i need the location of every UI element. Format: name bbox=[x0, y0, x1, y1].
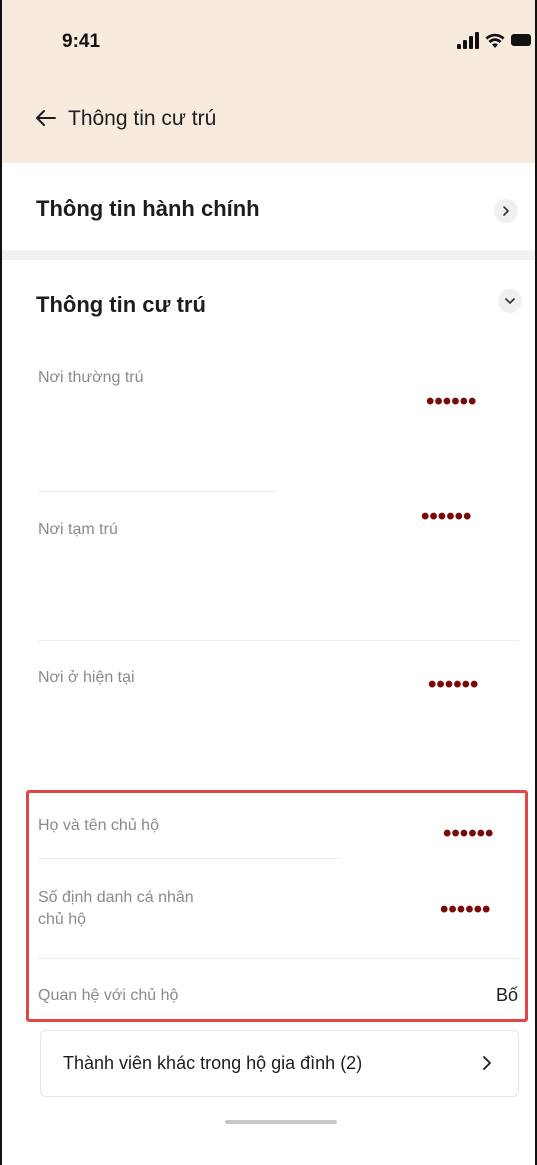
current-residence-value: •••••• bbox=[428, 671, 479, 698]
relation-value: Bố bbox=[496, 985, 519, 1005]
divider bbox=[38, 958, 519, 959]
divider bbox=[38, 640, 519, 641]
status-icons bbox=[457, 32, 531, 50]
household-head-id-label: Số định danh cá nhân chủ hộ bbox=[38, 887, 194, 931]
household-head-name-label: Họ và tên chủ hộ bbox=[38, 817, 159, 834]
signal-icon bbox=[457, 32, 479, 49]
current-residence-label: Nơi ở hiện tại bbox=[38, 669, 135, 686]
divider bbox=[38, 491, 276, 492]
household-head-name-value: •••••• bbox=[443, 820, 494, 847]
section-residence-title[interactable]: Thông tin cư trú bbox=[36, 292, 206, 318]
household-members-label: Thành viên khác trong hộ gia đình (2) bbox=[63, 1053, 363, 1073]
section-admin-title[interactable]: Thông tin hành chính bbox=[36, 196, 260, 222]
permanent-residence-value: •••••• bbox=[426, 388, 477, 415]
chevron-down-icon[interactable] bbox=[498, 289, 522, 313]
temporary-residence-label: Nơi tạm trú bbox=[38, 521, 118, 538]
permanent-residence-label: Nơi thường trú bbox=[38, 369, 144, 386]
relation-label: Quan hệ với chủ hộ bbox=[38, 987, 179, 1004]
household-head-id-label-line2: chủ hộ bbox=[38, 911, 87, 928]
household-head-id-value: •••••• bbox=[440, 896, 491, 923]
home-indicator[interactable] bbox=[225, 1120, 337, 1124]
divider bbox=[38, 858, 341, 859]
app-header: 9:41 Thông tin cư trú bbox=[2, 0, 535, 163]
chevron-right-icon bbox=[483, 1056, 491, 1070]
status-time: 9:41 bbox=[62, 31, 101, 52]
wifi-icon bbox=[485, 33, 505, 48]
back-arrow-icon[interactable] bbox=[35, 108, 57, 128]
chevron-right-icon[interactable] bbox=[494, 199, 518, 223]
household-members-button[interactable]: Thành viên khác trong hộ gia đình (2) bbox=[40, 1030, 519, 1097]
page-title: Thông tin cư trú bbox=[68, 107, 217, 130]
household-head-id-label-line1: Số định danh cá nhân bbox=[38, 889, 194, 906]
battery-icon bbox=[511, 34, 531, 46]
section-separator bbox=[2, 250, 535, 260]
temporary-residence-value: •••••• bbox=[421, 503, 472, 530]
